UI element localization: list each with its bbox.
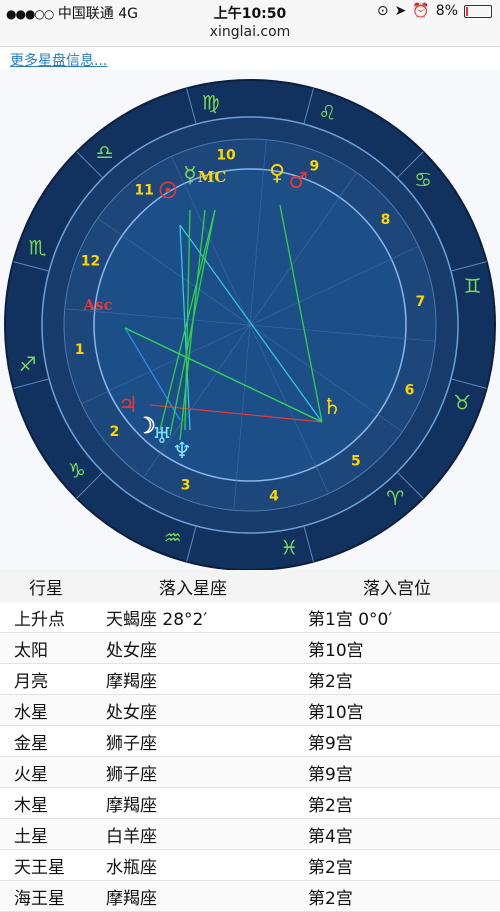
planet-name: 土星 [0,818,92,850]
house-value: 第9宫 [294,725,500,757]
sign-value: 摩羯座 [92,787,294,819]
house-number: 2 [110,424,120,440]
house-number: 4 [269,488,279,504]
house-number: 10 [216,148,236,164]
house-number: 5 [351,454,361,470]
planet-table: 行星 落入星座 落入宫位 上升点 天蝎座 28°2′ 第1宫 0°0′ 太阳 处女座 第1… [0,570,500,912]
table-row: 水星 处女座 第10宫 [0,694,500,726]
url-bar[interactable]: xinglai.com [0,24,500,47]
sign-value: 狮子座 [92,756,294,788]
zodiac-sign-glyph: ♍ [202,90,220,114]
house-value: 第10宫 [294,694,500,726]
planet-glyph: ☉ [158,178,178,204]
planet-name: 海王星 [0,880,92,912]
natal-chart-svg: ♍ ♌♋♊♉♈♓♒♑♐♏♎123456789101112Asc☉MC ♀ ♂☿♃☽♅♆… [4,79,496,571]
location-icon: ➤ [394,3,407,19]
sign-value: 处女座 [92,694,294,726]
planet-glyph: ♃ [118,392,138,418]
planet-glyph: ♅ [152,423,172,449]
house-number: 9 [310,159,320,175]
zodiac-sign-glyph: ♏ [29,236,47,260]
alarm-icon: ⏰ [412,3,430,19]
planet-glyph: MC [198,168,227,186]
zodiac-sign-glyph: ♉ [453,390,471,414]
planet-name: 水星 [0,694,92,726]
planet-name: 火星 [0,756,92,788]
house-number: 6 [405,382,415,398]
planet-glyph: ♀ [269,160,285,186]
natal-chart: ♍ ♌ ♋ ♊ ♉ ♈ ♓ ♒ ♑ ♐ ♏ ♎ 1 2 3 4 5 6 7 8 9 10 11 12 Asc ☉ MC ♀ ♂ ☿ ♃ ☽ ♅ ♆… [0,70,500,571]
house-value: 第2宫 [294,880,500,912]
battery-percent: 8% [435,3,458,19]
table-row: 月亮 摩羯座 第2宫 [0,663,500,695]
house-value: 第2宫 [294,663,500,695]
zodiac-sign-glyph: ♋ [414,168,432,192]
planet-glyph: ♂ [288,168,308,194]
house-value: 第2宫 [294,849,500,881]
house-value: 第9宫 [294,756,500,788]
zodiac-sign-glyph: ♓ [280,536,298,560]
house-number: 3 [181,477,191,493]
planet-glyph: Asc [82,296,112,314]
sign-value: 狮子座 [92,725,294,757]
house-number: 11 [134,182,153,198]
table-row: 木星 摩羯座 第2宫 [0,787,500,819]
lock-rotation-icon: ⊙ [376,3,389,19]
zodiac-sign-glyph: ♑ [68,458,86,482]
sign-value: 处女座 [92,632,294,664]
house-number: 7 [415,294,425,310]
sign-value: 白羊座 [92,818,294,850]
table-row: 太阳 处女座 第10宫 [0,632,500,664]
planet-name: 太阳 [0,632,92,664]
zodiac-sign-glyph: ♎ [96,140,114,164]
battery-icon [464,4,492,18]
table-row: 金星 狮子座 第9宫 [0,725,500,757]
planet-name: 木星 [0,787,92,819]
table-header-row: 行星 落入星座 落入宫位 [0,570,500,602]
table-row: 天王星 水瓶座 第2宫 [0,849,500,881]
table-row: 土星 白羊座 第4宫 [0,818,500,850]
table-row: 上升点 天蝎座 28°2′ 第1宫 0°0′ [0,602,500,633]
house-value: 第10宫 [294,632,500,664]
planet-name: 月亮 [0,663,92,695]
house-number: 12 [81,254,100,270]
table-row: 火星 狮子座 第9宫 [0,756,500,788]
planet-name: 天王星 [0,849,92,881]
sign-value: 摩羯座 [92,663,294,695]
more-chart-info-link[interactable]: 更多星盘信息... [10,50,107,70]
planet-name: 上升点 [0,602,92,633]
sign-value: 天蝎座 28°2′ [92,602,294,633]
planet-glyph: ♆ [172,438,192,464]
col-sign: 落入星座 [92,570,294,602]
sign-value: 摩羯座 [92,880,294,912]
zodiac-sign-glyph: ♌ [318,101,336,125]
house-value: 第2宫 [294,787,500,819]
zodiac-sign-glyph: ♈ [386,486,404,510]
planet-glyph: ♄ [322,394,342,420]
house-number: 1 [75,342,85,358]
planet-glyph: ☿ [183,162,197,188]
zodiac-sign-glyph: ♊ [464,274,482,298]
status-bar: ●●●○○ 中国联通 4G 上午10:50 ⊙ ➤ ⏰ 8% [0,0,500,24]
house-value: 第1宫 0°0′ [294,602,500,633]
zodiac-sign-glyph: ♐ [18,352,36,376]
table-row: 海王星 摩羯座 第2宫 [0,880,500,912]
planet-name: 金星 [0,725,92,757]
col-planet: 行星 [0,570,92,602]
sign-value: 水瓶座 [92,849,294,881]
col-house: 落入宫位 [294,570,500,602]
house-number: 8 [381,212,391,228]
house-value: 第4宫 [294,818,500,850]
zodiac-sign-glyph: ♒ [164,525,182,549]
